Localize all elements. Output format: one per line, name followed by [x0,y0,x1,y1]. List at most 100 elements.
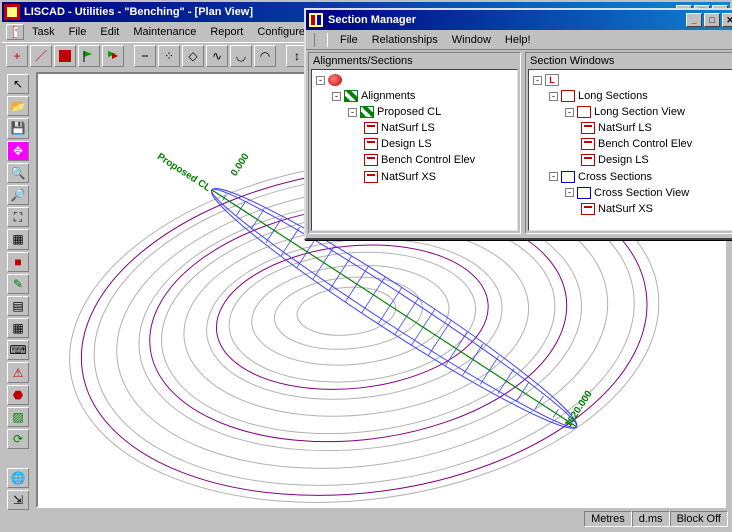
tool-pan-icon[interactable]: ▦ [7,229,29,249]
tree-item[interactable]: NatSurf XS [598,201,653,217]
tree-long-sections[interactable]: Long Sections [578,88,648,104]
tree-item[interactable]: NatSurf XS [381,169,436,185]
alignments-panel-title: Alignments/Sections [309,53,520,69]
sm-close-button[interactable]: ✕ [722,13,732,27]
status-angle[interactable]: d.ms [632,511,670,527]
tree-toggle[interactable]: - [549,172,558,181]
left-toolbar: ↖ 📂 💾 ✥ 🔍 🔎 ⛶ ▦ ■ ✎ ▤ ▦ ⌨ ⚠ ⬣ ▨ ⟳ 🌐 ⇲ [4,72,32,510]
tree-alignments[interactable]: Alignments [361,88,415,104]
tool-refresh-icon[interactable]: ⟳ [7,429,29,449]
sm-menu-file[interactable]: File [334,32,364,48]
tree-item[interactable]: NatSurf LS [381,120,435,136]
long-sections-icon [561,90,575,102]
tool-hatch-icon[interactable]: ▨ [7,407,29,427]
tool-warn-icon[interactable]: ⚠ [7,362,29,382]
section-manager-titlebar[interactable]: Section Manager _ □ ✕ [306,10,732,30]
tool-semi-icon[interactable]: ◠ [254,45,276,67]
section-icon [364,138,378,150]
tool-line-icon[interactable]: ／ [30,45,52,67]
status-units[interactable]: Metres [584,511,632,527]
sm-menu-window[interactable]: Window [446,32,497,48]
globe-icon [328,74,342,86]
app-icon [4,4,20,20]
label-proposed: Proposed CL [155,151,213,194]
section-windows-panel-title: Section Windows [526,53,732,69]
tool-grid-icon[interactable]: ■ [7,252,29,272]
alignments-icon [344,90,358,102]
tool-flag-green-icon[interactable] [78,45,100,67]
sm-menu-relationships[interactable]: Relationships [366,32,444,48]
menu-task[interactable]: Task [26,24,61,40]
doc-icon [6,24,24,40]
tree-long-view[interactable]: Long Section View [594,104,685,120]
section-manager-window: Section Manager _ □ ✕ File Relationships… [304,8,732,240]
alignments-tree[interactable]: - -Alignments -Proposed CL NatSurf LS De… [311,69,518,231]
tool-curve-icon[interactable]: ∿ [206,45,228,67]
menu-edit[interactable]: Edit [94,24,125,40]
tool-export-icon[interactable]: ⇲ [7,490,29,510]
cross-view-icon [577,187,591,199]
liscad-icon: L [545,74,559,86]
tool-fit-icon[interactable]: ⛶ [7,207,29,227]
alignment-icon [360,106,374,118]
tool-zoom-out-icon[interactable]: 🔎 [7,185,29,205]
tool-save-icon[interactable]: 💾 [7,118,29,138]
label-chainage-end: 1620.000 [563,389,595,430]
tool-move-icon[interactable]: ✥ [7,141,29,161]
tree-cross-sections[interactable]: Cross Sections [578,169,652,185]
section-icon [364,171,378,183]
tool-folder-icon[interactable]: 📂 [7,96,29,116]
tree-item[interactable]: Bench Control Elev [381,152,475,168]
cross-sections-icon [561,171,575,183]
tree-toggle[interactable]: - [332,92,341,101]
tool-world-icon[interactable]: 🌐 [7,468,29,488]
tree-item[interactable]: NatSurf LS [598,120,652,136]
section-windows-tree[interactable]: -L -Long Sections -Long Section View Nat… [528,69,732,231]
status-block[interactable]: Block Off [670,511,728,527]
tool-pencil-icon[interactable]: ✎ [7,274,29,294]
section-icon [581,138,595,150]
tool-cursor-icon[interactable]: ↖ [7,74,29,94]
section-icon [364,154,378,166]
tool-keyboard-icon[interactable]: ⌨ [7,340,29,360]
long-view-icon [577,106,591,118]
section-icon [581,122,595,134]
tool-link-icon[interactable]: ⎯ [134,45,156,67]
menu-report[interactable]: Report [204,24,249,40]
sm-minimize-button[interactable]: _ [686,13,702,27]
section-windows-panel: Section Windows -L -Long Sections -Long … [525,52,732,234]
tree-item[interactable]: Bench Control Elev [598,136,692,152]
menu-file[interactable]: File [63,24,93,40]
tool-flag-red-icon[interactable] [102,45,124,67]
tool-plus-icon[interactable]: + [6,45,28,67]
tree-item[interactable]: Design LS [598,152,649,168]
tool-report-icon[interactable]: ▤ [7,296,29,316]
tool-stop2-icon[interactable]: ⬣ [7,385,29,405]
tree-toggle[interactable]: - [549,92,558,101]
menu-maintenance[interactable]: Maintenance [127,24,202,40]
tree-toggle[interactable]: - [348,108,357,117]
tool-zoom-in-icon[interactable]: 🔍 [7,163,29,183]
tree-toggle[interactable]: - [316,76,325,85]
tree-toggle[interactable]: - [565,108,574,117]
tree-toggle[interactable]: - [565,188,574,197]
tool-calc-icon[interactable]: ▦ [7,318,29,338]
section-icon [364,122,378,134]
section-icon [581,154,595,166]
sm-maximize-button[interactable]: □ [704,13,720,27]
alignments-panel: Alignments/Sections - -Alignments -Propo… [308,52,521,234]
tool-poly-icon[interactable]: ◇ [182,45,204,67]
tree-cross-view[interactable]: Cross Section View [594,185,689,201]
section-icon [581,203,595,215]
tool-arc-icon[interactable]: ◡ [230,45,252,67]
sm-menu-help[interactable]: Help! [499,32,537,48]
tree-proposed-cl[interactable]: Proposed CL [377,104,441,120]
menu-configure[interactable]: Configure [251,24,311,40]
main-title: LISCAD - Utilities - "Benching" - [Plan … [24,6,253,18]
tool-stop-icon[interactable] [54,45,76,67]
tree-toggle[interactable]: - [533,76,542,85]
section-manager-icon [308,12,324,28]
label-chainage-start: 0.000 [229,151,252,178]
tree-item[interactable]: Design LS [381,136,432,152]
tool-scatter-icon[interactable]: ⁘ [158,45,180,67]
